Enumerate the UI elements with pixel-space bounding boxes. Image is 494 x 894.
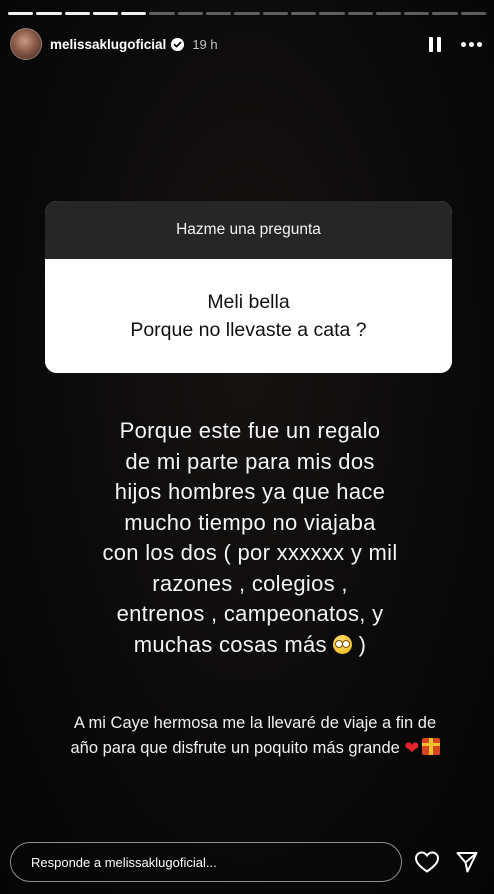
story-progress-segment [347, 12, 373, 15]
caption-line: A mi Caye hermosa me la llevaré de viaje… [73, 714, 437, 732]
verified-badge-icon [171, 37, 185, 51]
story-progress-segment [177, 12, 204, 15]
answer-line: entrenos , campeonatos, y [116, 601, 384, 626]
answer-line: de mi parte para mis dos [125, 448, 375, 474]
caption-text: A mi Caye hermosa me la llevaré de viaje… [30, 711, 480, 761]
story-progress-segment [375, 12, 402, 15]
send-icon[interactable] [452, 847, 482, 877]
answer-line: con los dos ( por xxxxxx y mil [102, 540, 398, 565]
heart-outline-icon[interactable] [412, 847, 442, 877]
answer-line: razones , colegios , [152, 570, 348, 596]
username[interactable]: melissaklugoficial [50, 37, 166, 52]
story-progress-segment [290, 12, 317, 15]
caption-line-2: año para que disfrute un poquito más gra… [30, 736, 480, 761]
story-progress-segment [8, 12, 34, 15]
story-progress-segment [64, 12, 90, 15]
answer-line: hijos hombres ya que hace [114, 479, 386, 504]
pause-icon[interactable] [423, 32, 447, 56]
story-progress-segment [206, 12, 232, 15]
story-progress-segment [404, 12, 430, 15]
story-progress-bar [8, 12, 487, 15]
story-progress-segment [234, 12, 260, 15]
story-footer: Responde a melissaklugoficial... [10, 842, 482, 882]
story-viewer[interactable]: melissaklugoficial 19 h Hazme una pregun… [0, 0, 494, 894]
story-progress-segment [92, 12, 119, 15]
story-header: melissaklugoficial 19 h [10, 26, 482, 62]
story-progress-segment [121, 12, 147, 15]
red-heart-emoji-icon: ❤ [404, 738, 420, 758]
answer-line: mucho tiempo no viajaba [124, 509, 376, 535]
answer-text: Porque este fue un regalo de mi parte pa… [70, 416, 430, 660]
answer-line: Porque este fue un regalo [119, 418, 381, 443]
rolling-eyes-emoji-icon [333, 634, 353, 654]
caption-line: año para que disfrute un poquito más gra… [70, 739, 400, 757]
gift-emoji-icon [421, 738, 440, 755]
story-progress-segment [36, 12, 62, 15]
answer-line-tail: ) [358, 631, 367, 657]
story-progress-segment [149, 12, 175, 15]
story-progress-segment [262, 12, 288, 15]
avatar[interactable] [10, 28, 42, 60]
reply-input[interactable]: Responde a melissaklugoficial... [10, 842, 403, 882]
question-line: Meli bella [207, 291, 290, 313]
more-options-icon[interactable] [461, 32, 482, 56]
question-sticker-title: Hazme una pregunta [45, 201, 452, 259]
story-progress-segment [460, 12, 487, 15]
story-progress-segment [319, 12, 345, 15]
answer-line: muchas cosas más [133, 631, 327, 657]
question-sticker-body: Meli bella Porque no llevaste a cata ? [45, 259, 452, 373]
story-progress-segment [432, 12, 458, 15]
question-line: Porque no llevaste a cata ? [130, 319, 367, 341]
reply-placeholder: Responde a melissaklugoficial... [31, 854, 217, 870]
story-timestamp: 19 h [192, 36, 218, 52]
answer-last-line: muchas cosas más ) [70, 630, 430, 661]
question-sticker: Hazme una pregunta Meli bella Porque no … [45, 201, 452, 373]
